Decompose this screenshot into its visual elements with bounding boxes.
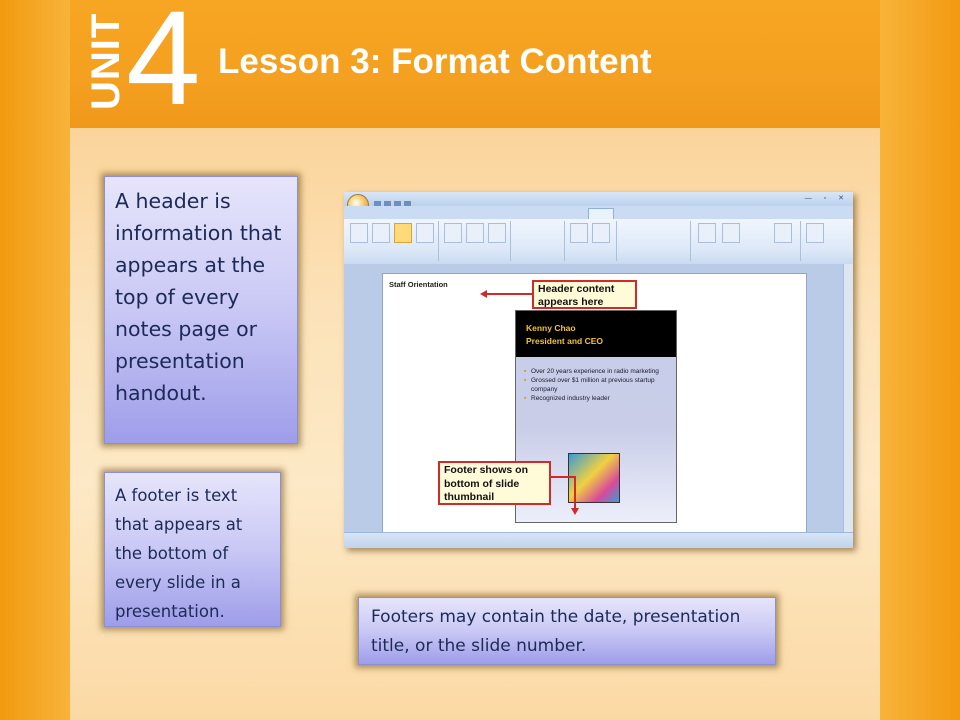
side-band-left (0, 0, 70, 720)
window-controls: — ▫ ✕ (804, 195, 849, 202)
unit-label: UNIT (84, 12, 128, 110)
thumbnail-bullet: Grossed over $1 million at previous star… (524, 376, 674, 394)
footer-callout-arrow-v (574, 476, 576, 510)
ribbon-tabs (344, 206, 853, 220)
powerpoint-screenshot: — ▫ ✕ Staff Orientation Header content a… (344, 192, 853, 548)
thumbnail-bullet: Over 20 years experience in radio market… (524, 367, 674, 376)
quick-access-toolbar (374, 195, 424, 208)
arrow-head-left (480, 290, 487, 298)
header-definition-box: A header is information that appears at … (104, 176, 298, 444)
document-workspace: Staff Orientation Header content appears… (344, 264, 853, 537)
thumbnail-name: Kenny Chao (526, 323, 576, 333)
thumbnail-title-band: Kenny Chao President and CEO (516, 311, 676, 357)
thumbnail-title: President and CEO (526, 336, 603, 346)
thumbnail-bullets: Over 20 years experience in radio market… (524, 367, 674, 403)
vertical-scrollbar[interactable] (843, 264, 853, 532)
ribbon-view (344, 219, 853, 265)
header-callout-arrow (486, 293, 532, 295)
side-band-right (880, 0, 960, 720)
status-bar (344, 532, 853, 548)
footer-definition-box: A footer is text that appears at the bot… (104, 472, 281, 627)
footer-callout: Footer shows on bottom of slide thumbnai… (438, 461, 551, 505)
footer-contents-note: Footers may contain the date, presentati… (358, 597, 776, 665)
header-callout: Header content appears here (532, 280, 637, 309)
slide: UNIT 4 Lesson 3: Format Content A header… (0, 0, 960, 720)
thumbnail-bullet: Recognized industry leader (524, 394, 674, 403)
notes-page: Staff Orientation Header content appears… (382, 273, 807, 537)
window-titlebar: — ▫ ✕ (344, 192, 853, 208)
arrow-head-down (571, 508, 579, 515)
footer-callout-arrow-h (551, 476, 575, 478)
unit-number: 4 (126, 0, 201, 133)
page-header-text: Staff Orientation (389, 280, 448, 289)
lesson-title: Lesson 3: Format Content (218, 42, 652, 81)
